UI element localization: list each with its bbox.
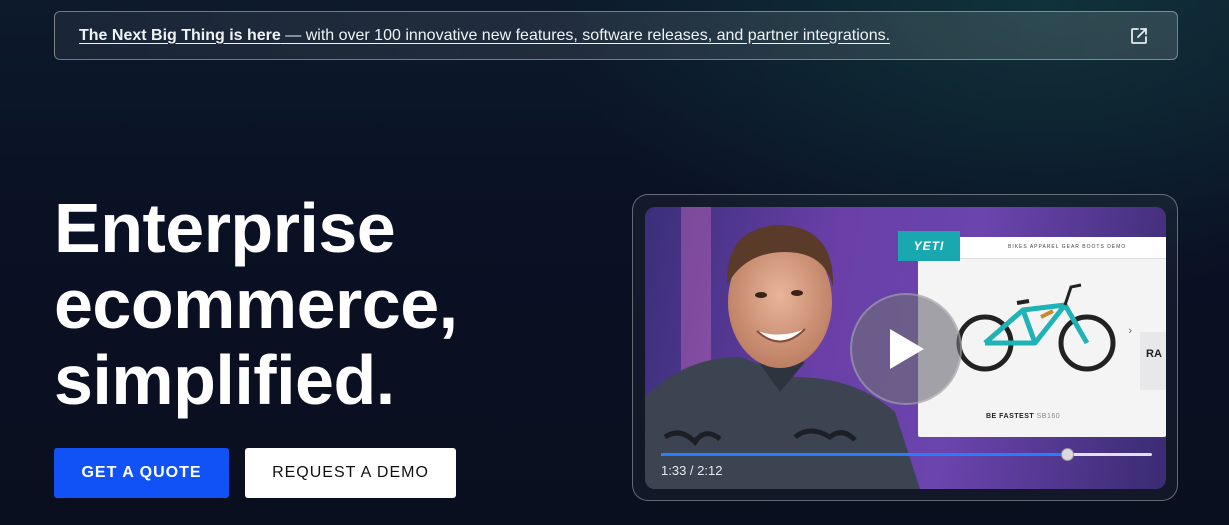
announcement-link[interactable]: The Next Big Thing is here — with over 1… bbox=[79, 27, 890, 45]
announcement-rest-text: — with over 100 innovative new features,… bbox=[280, 26, 891, 44]
play-icon bbox=[890, 329, 924, 369]
bike-image bbox=[956, 283, 1116, 372]
headline-line-3: simplified. bbox=[54, 341, 395, 419]
video-progress-bar[interactable] bbox=[661, 448, 1152, 461]
mockup-caption-main: BE FASTEST bbox=[986, 413, 1035, 420]
video-progress-fill bbox=[661, 453, 1067, 456]
mockup-nav-links: BIKES APPAREL GEAR BOOTS DEMO bbox=[1008, 244, 1127, 250]
video-player[interactable]: BIKES APPAREL GEAR BOOTS DEMO YETI › RA … bbox=[645, 207, 1166, 489]
yeti-logo: YETI bbox=[898, 231, 960, 261]
mockup-caption: BE FASTEST SB160 bbox=[986, 413, 1060, 420]
external-link-icon[interactable] bbox=[1129, 26, 1149, 46]
announcement-bold-text: The Next Big Thing is here bbox=[79, 26, 281, 44]
headline-line-2: ecommerce, bbox=[54, 265, 458, 343]
announcement-banner[interactable]: The Next Big Thing is here — with over 1… bbox=[54, 11, 1178, 60]
video-scrubber-handle[interactable] bbox=[1060, 448, 1074, 461]
mockup-side-panel: RA bbox=[1140, 332, 1166, 390]
play-button[interactable] bbox=[850, 293, 962, 405]
mockup-chevron-icon: › bbox=[1128, 325, 1132, 337]
video-time-readout: 1:33 / 2:12 bbox=[661, 463, 723, 478]
headline-line-1: Enterprise bbox=[54, 189, 396, 267]
hero-headline: Enterprise ecommerce, simplified. bbox=[54, 190, 458, 418]
mockup-caption-model: SB160 bbox=[1036, 413, 1061, 420]
video-card: BIKES APPAREL GEAR BOOTS DEMO YETI › RA … bbox=[632, 194, 1178, 501]
get-a-quote-button[interactable]: GET A QUOTE bbox=[54, 448, 229, 498]
request-a-demo-button[interactable]: REQUEST A DEMO bbox=[245, 448, 456, 498]
